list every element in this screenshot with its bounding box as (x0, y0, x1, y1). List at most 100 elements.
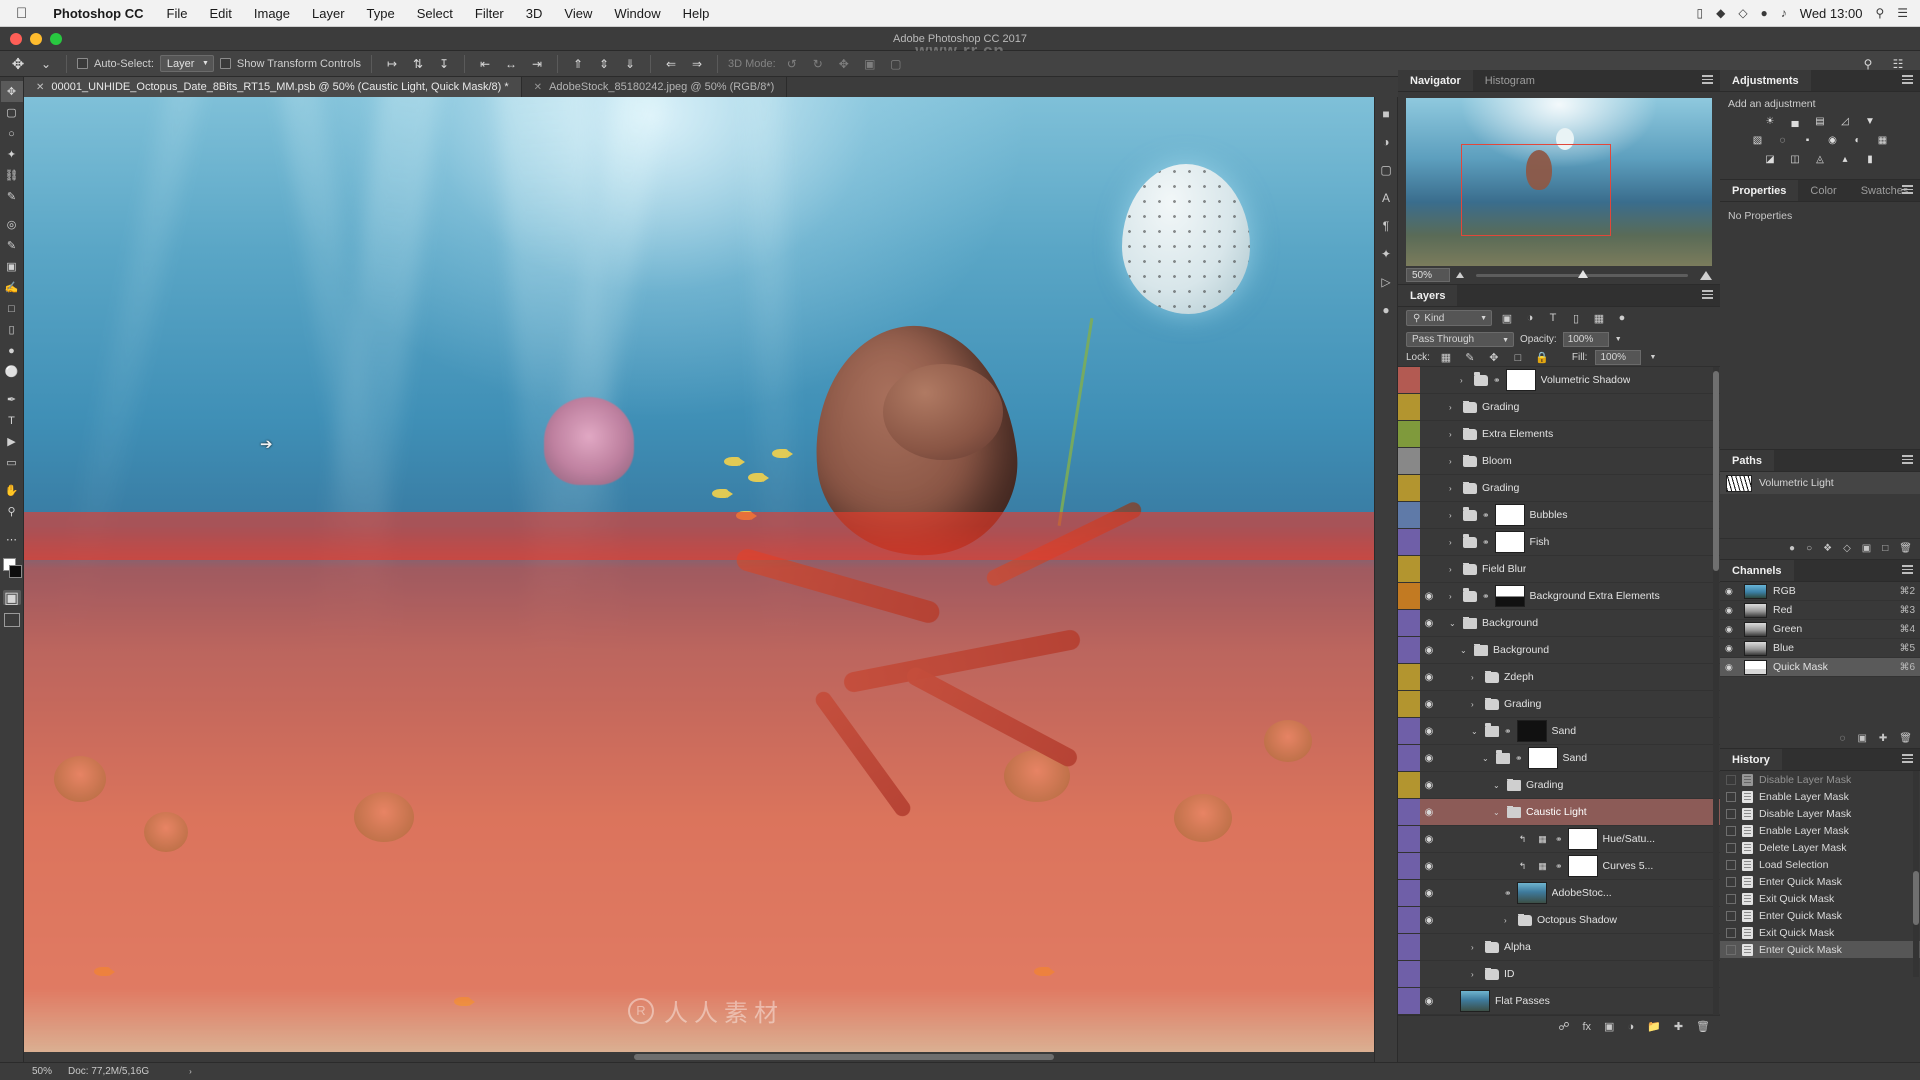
layer-row[interactable]: › Extra Elements (1398, 421, 1720, 448)
drag-3d-icon[interactable]: ✥ (834, 54, 854, 74)
chevron-down-icon[interactable]: ⌄ (1493, 808, 1502, 817)
tool-eyedropper[interactable]: ✎ (1, 186, 23, 207)
close-icon[interactable]: ✕ (36, 82, 44, 93)
make-work-path-icon[interactable]: ◇ (1843, 543, 1851, 554)
styles-panel-icon[interactable]: ✦ (1376, 245, 1396, 263)
navigator-thumbnail[interactable] (1406, 98, 1712, 266)
history-snapshot-box[interactable] (1726, 859, 1736, 870)
character-panel-icon[interactable]: A (1376, 189, 1396, 207)
screen-mode-toggle-icon[interactable] (3, 613, 20, 627)
layer-color-label[interactable] (1398, 610, 1420, 636)
layer-row[interactable]: ◉ › Grading (1398, 691, 1720, 718)
fill-path-icon[interactable]: ● (1789, 543, 1795, 554)
bluetooth-icon[interactable]: ◇ (1738, 6, 1747, 20)
chevron-right-icon[interactable]: › (1449, 457, 1458, 466)
keyboard-layout-icon[interactable]: ◆ (1716, 6, 1725, 20)
fill-stepper-icon[interactable]: ▼ (1649, 354, 1656, 361)
layer-row[interactable]: › Grading (1398, 475, 1720, 502)
history-snapshot-box[interactable] (1726, 842, 1736, 853)
channel-row[interactable]: ◉ Green ⌘4 (1720, 620, 1920, 639)
zoom-slider-thumb[interactable] (1577, 269, 1588, 278)
layer-visibility-eye-icon[interactable]: ◉ (1420, 726, 1438, 737)
history-snapshot-box[interactable] (1726, 927, 1736, 938)
curves-icon[interactable]: ▤ (1813, 114, 1828, 128)
layer-color-label[interactable] (1398, 799, 1420, 825)
history-scrollbar[interactable] (1913, 771, 1919, 977)
opacity-stepper-icon[interactable]: ▼ (1615, 336, 1622, 343)
tab-layers[interactable]: Layers (1398, 285, 1458, 306)
layer-thumbnail[interactable] (1567, 855, 1598, 877)
tab-adjustments[interactable]: Adjustments (1720, 70, 1811, 91)
link-mask-icon[interactable]: ⚭ (1482, 591, 1490, 602)
history-row[interactable]: Enter Quick Mask (1720, 941, 1920, 958)
align-horizontal-centers-icon[interactable]: ↔ (501, 54, 521, 74)
tool-gradient[interactable]: ▯ (1, 319, 23, 340)
filter-adjustment-icon[interactable]: ◑ (1522, 310, 1538, 326)
chevron-down-icon[interactable]: ⌄ (1449, 619, 1458, 628)
layer-thumbnail[interactable] (1516, 882, 1547, 904)
brightness-contrast-icon[interactable]: ☀ (1763, 114, 1778, 128)
canvas-area[interactable]: R 人人素材 ➔ (24, 97, 1398, 1062)
layer-thumbnail[interactable] (1527, 747, 1558, 769)
layer-row[interactable]: ◉ ⌄ ⚭ Sand (1398, 745, 1720, 772)
layer-thumbnail[interactable] (1494, 504, 1525, 526)
layer-color-label[interactable] (1398, 907, 1420, 933)
channel-row[interactable]: ◉ Quick Mask ⌘6 (1720, 658, 1920, 677)
history-row[interactable]: Disable Layer Mask (1720, 771, 1920, 788)
canvas-horizontal-scrollbar[interactable] (24, 1052, 1388, 1062)
delete-channel-icon[interactable]: 🗑 (1899, 733, 1912, 744)
chevron-right-icon[interactable]: › (1449, 592, 1458, 601)
load-selection-icon[interactable]: ❖ (1823, 543, 1832, 554)
channel-thumbnail[interactable] (1744, 602, 1767, 618)
tool-lasso[interactable]: ○ (1, 123, 23, 144)
chevron-right-icon[interactable]: › (1449, 511, 1458, 520)
delete-path-icon[interactable]: 🗑 (1899, 543, 1912, 554)
tool-move[interactable]: ✥ (0, 81, 23, 102)
link-mask-icon[interactable]: ⚭ (1555, 861, 1563, 872)
history-snapshot-box[interactable] (1726, 791, 1736, 802)
layer-row[interactable]: › Field Blur (1398, 556, 1720, 583)
control-center-icon[interactable]: ☰ (1897, 6, 1908, 20)
channel-visibility-eye-icon[interactable]: ◉ (1725, 643, 1738, 654)
filter-pixel-icon[interactable]: ▣ (1499, 310, 1515, 326)
menu-item-type[interactable]: Type (356, 6, 406, 21)
chevron-right-icon[interactable]: › (1504, 916, 1513, 925)
roll-3d-icon[interactable]: ↻ (808, 54, 828, 74)
tool-eraser[interactable]: □ (1, 298, 23, 319)
lock-image-pixels-icon[interactable]: ✎ (1462, 350, 1478, 366)
navigator-zoom-field[interactable]: 50% (1406, 268, 1450, 282)
channel-row[interactable]: ◉ RGB ⌘2 (1720, 582, 1920, 601)
paragraph-panel-icon[interactable]: ¶ (1376, 217, 1396, 235)
show-transform-controls-checkbox[interactable] (219, 58, 231, 69)
layer-thumbnail[interactable] (1505, 369, 1536, 391)
volume-icon[interactable]: ♪ (1781, 6, 1787, 20)
layers-scrollbar[interactable] (1713, 367, 1719, 1015)
filter-toggle-icon[interactable]: ● (1614, 310, 1630, 326)
new-channel-icon[interactable]: ✚ (1879, 733, 1887, 744)
layer-visibility-eye-icon[interactable]: ◉ (1420, 888, 1438, 899)
battery-icon[interactable]: ▯ (1696, 6, 1703, 20)
layer-row[interactable]: ◉ ↰ ▦ ⚭ Hue/Satu... (1398, 826, 1720, 853)
document-tab-adobestock[interactable]: ✕ AdobeStock_85180242.jpeg @ 50% (RGB/8*… (522, 77, 788, 97)
chevron-down-icon[interactable]: ⌄ (1482, 754, 1491, 763)
layer-row[interactable]: ◉ › ⚭ Background Extra Elements (1398, 583, 1720, 610)
layer-row[interactable]: ◉ › Octopus Shadow (1398, 907, 1720, 934)
layer-row[interactable]: › ⚭ Fish (1398, 529, 1720, 556)
add-mask-icon[interactable]: ▣ (1862, 543, 1871, 554)
menu-item-window[interactable]: Window (603, 6, 671, 21)
layer-color-label[interactable] (1398, 772, 1420, 798)
menu-item-select[interactable]: Select (406, 6, 464, 21)
layer-color-label[interactable] (1398, 421, 1420, 447)
color-balance-icon[interactable]: ◌ (1775, 133, 1790, 147)
tab-navigator[interactable]: Navigator (1398, 70, 1473, 91)
layer-visibility-eye-icon[interactable]: ◉ (1420, 780, 1438, 791)
filter-shape-icon[interactable]: ▯ (1568, 310, 1584, 326)
artwork-image[interactable]: R 人人素材 ➔ (24, 97, 1388, 1052)
color-swatches[interactable] (1, 558, 23, 582)
distribute-bottom-icon[interactable]: ⇓ (620, 54, 640, 74)
layer-visibility-eye-icon[interactable]: ◉ (1420, 807, 1438, 818)
layer-row[interactable]: ◉ Flat Passes (1398, 988, 1720, 1015)
gradient-map-icon[interactable]: ▴ (1838, 152, 1853, 166)
menu-item-layer[interactable]: Layer (301, 6, 356, 21)
history-snapshot-box[interactable] (1726, 774, 1736, 785)
